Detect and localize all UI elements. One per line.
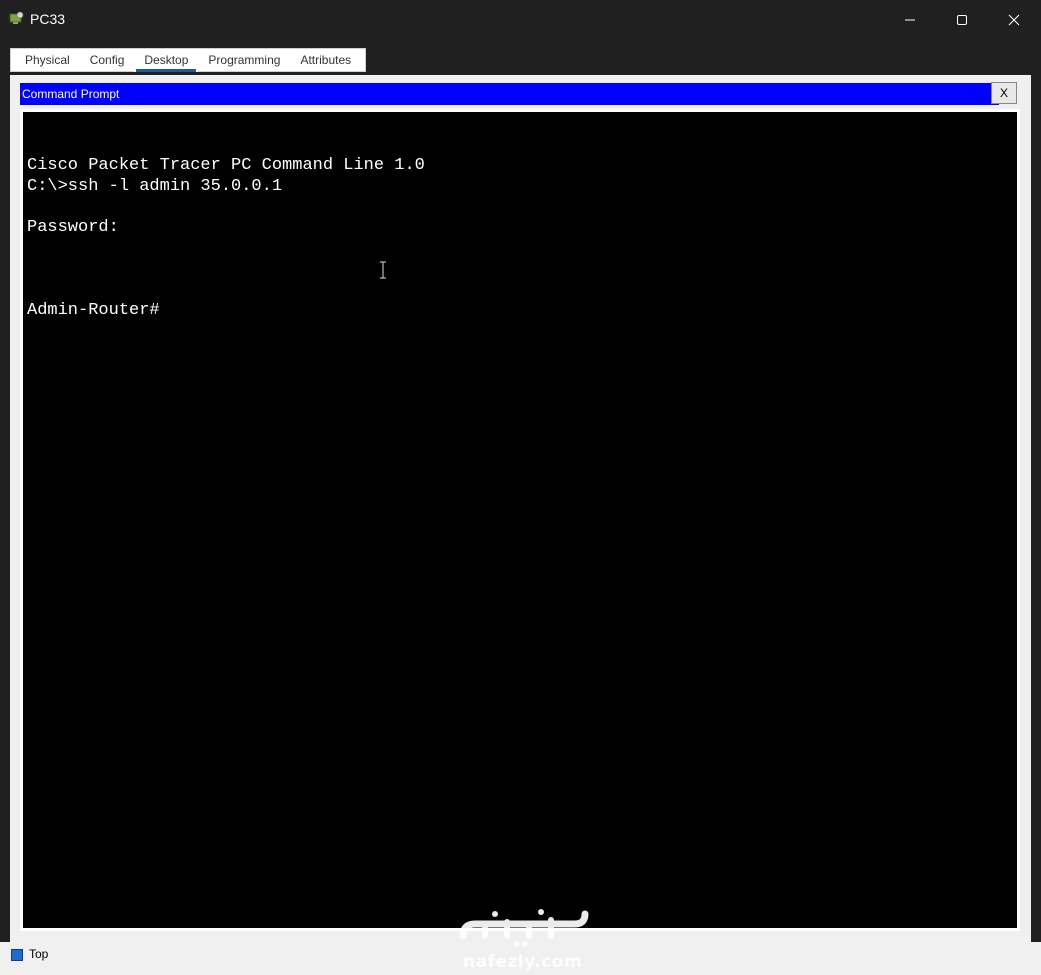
command-prompt-close-button[interactable]: X (991, 82, 1017, 104)
maximize-button[interactable] (936, 0, 988, 40)
minimize-icon (905, 19, 915, 21)
device-tabs: Physical Config Desktop Programming Attr… (10, 48, 367, 72)
terminal-output[interactable]: Cisco Packet Tracer PC Command Line 1.0 … (23, 112, 1017, 928)
tab-physical[interactable]: Physical (15, 49, 80, 72)
terminal-line: Cisco Packet Tracer PC Command Line 1.0 (27, 155, 425, 175)
top-checkbox[interactable] (11, 949, 23, 961)
terminal-line: C:\>ssh -l admin 35.0.0.1 (27, 176, 283, 196)
packet-tracer-pc-icon (9, 11, 24, 24)
maximize-icon (957, 15, 967, 25)
nafezly-logo-icon (459, 909, 589, 947)
top-checkbox-label: Top (29, 947, 49, 961)
watermark-logo: nafezly.com (455, 900, 590, 975)
tab-desktop[interactable]: Desktop (134, 49, 199, 72)
pc33-window: PC33 Physical Config Desktop Programming… (0, 0, 1041, 975)
window-title: PC33 (30, 11, 66, 27)
tab-programming[interactable]: Programming (198, 49, 290, 72)
close-icon (1008, 14, 1020, 26)
watermark-text: nafezly.com (463, 952, 583, 972)
desktop-panel: Command Prompt X Cisco Packet Tracer PC … (10, 75, 1031, 942)
tab-attributes[interactable]: Attributes (290, 49, 361, 72)
terminal-frame: Cisco Packet Tracer PC Command Line 1.0 … (20, 109, 1020, 931)
text-cursor-icon (380, 261, 386, 279)
minimize-button[interactable] (884, 0, 936, 40)
terminal-line: Password: (27, 218, 119, 238)
close-window-button[interactable] (988, 0, 1040, 40)
command-prompt-title: Command Prompt (20, 83, 999, 105)
terminal-prompt-line: Admin-Router# (27, 301, 160, 321)
title-bar: PC33 (0, 0, 1041, 40)
tab-config[interactable]: Config (80, 49, 135, 72)
